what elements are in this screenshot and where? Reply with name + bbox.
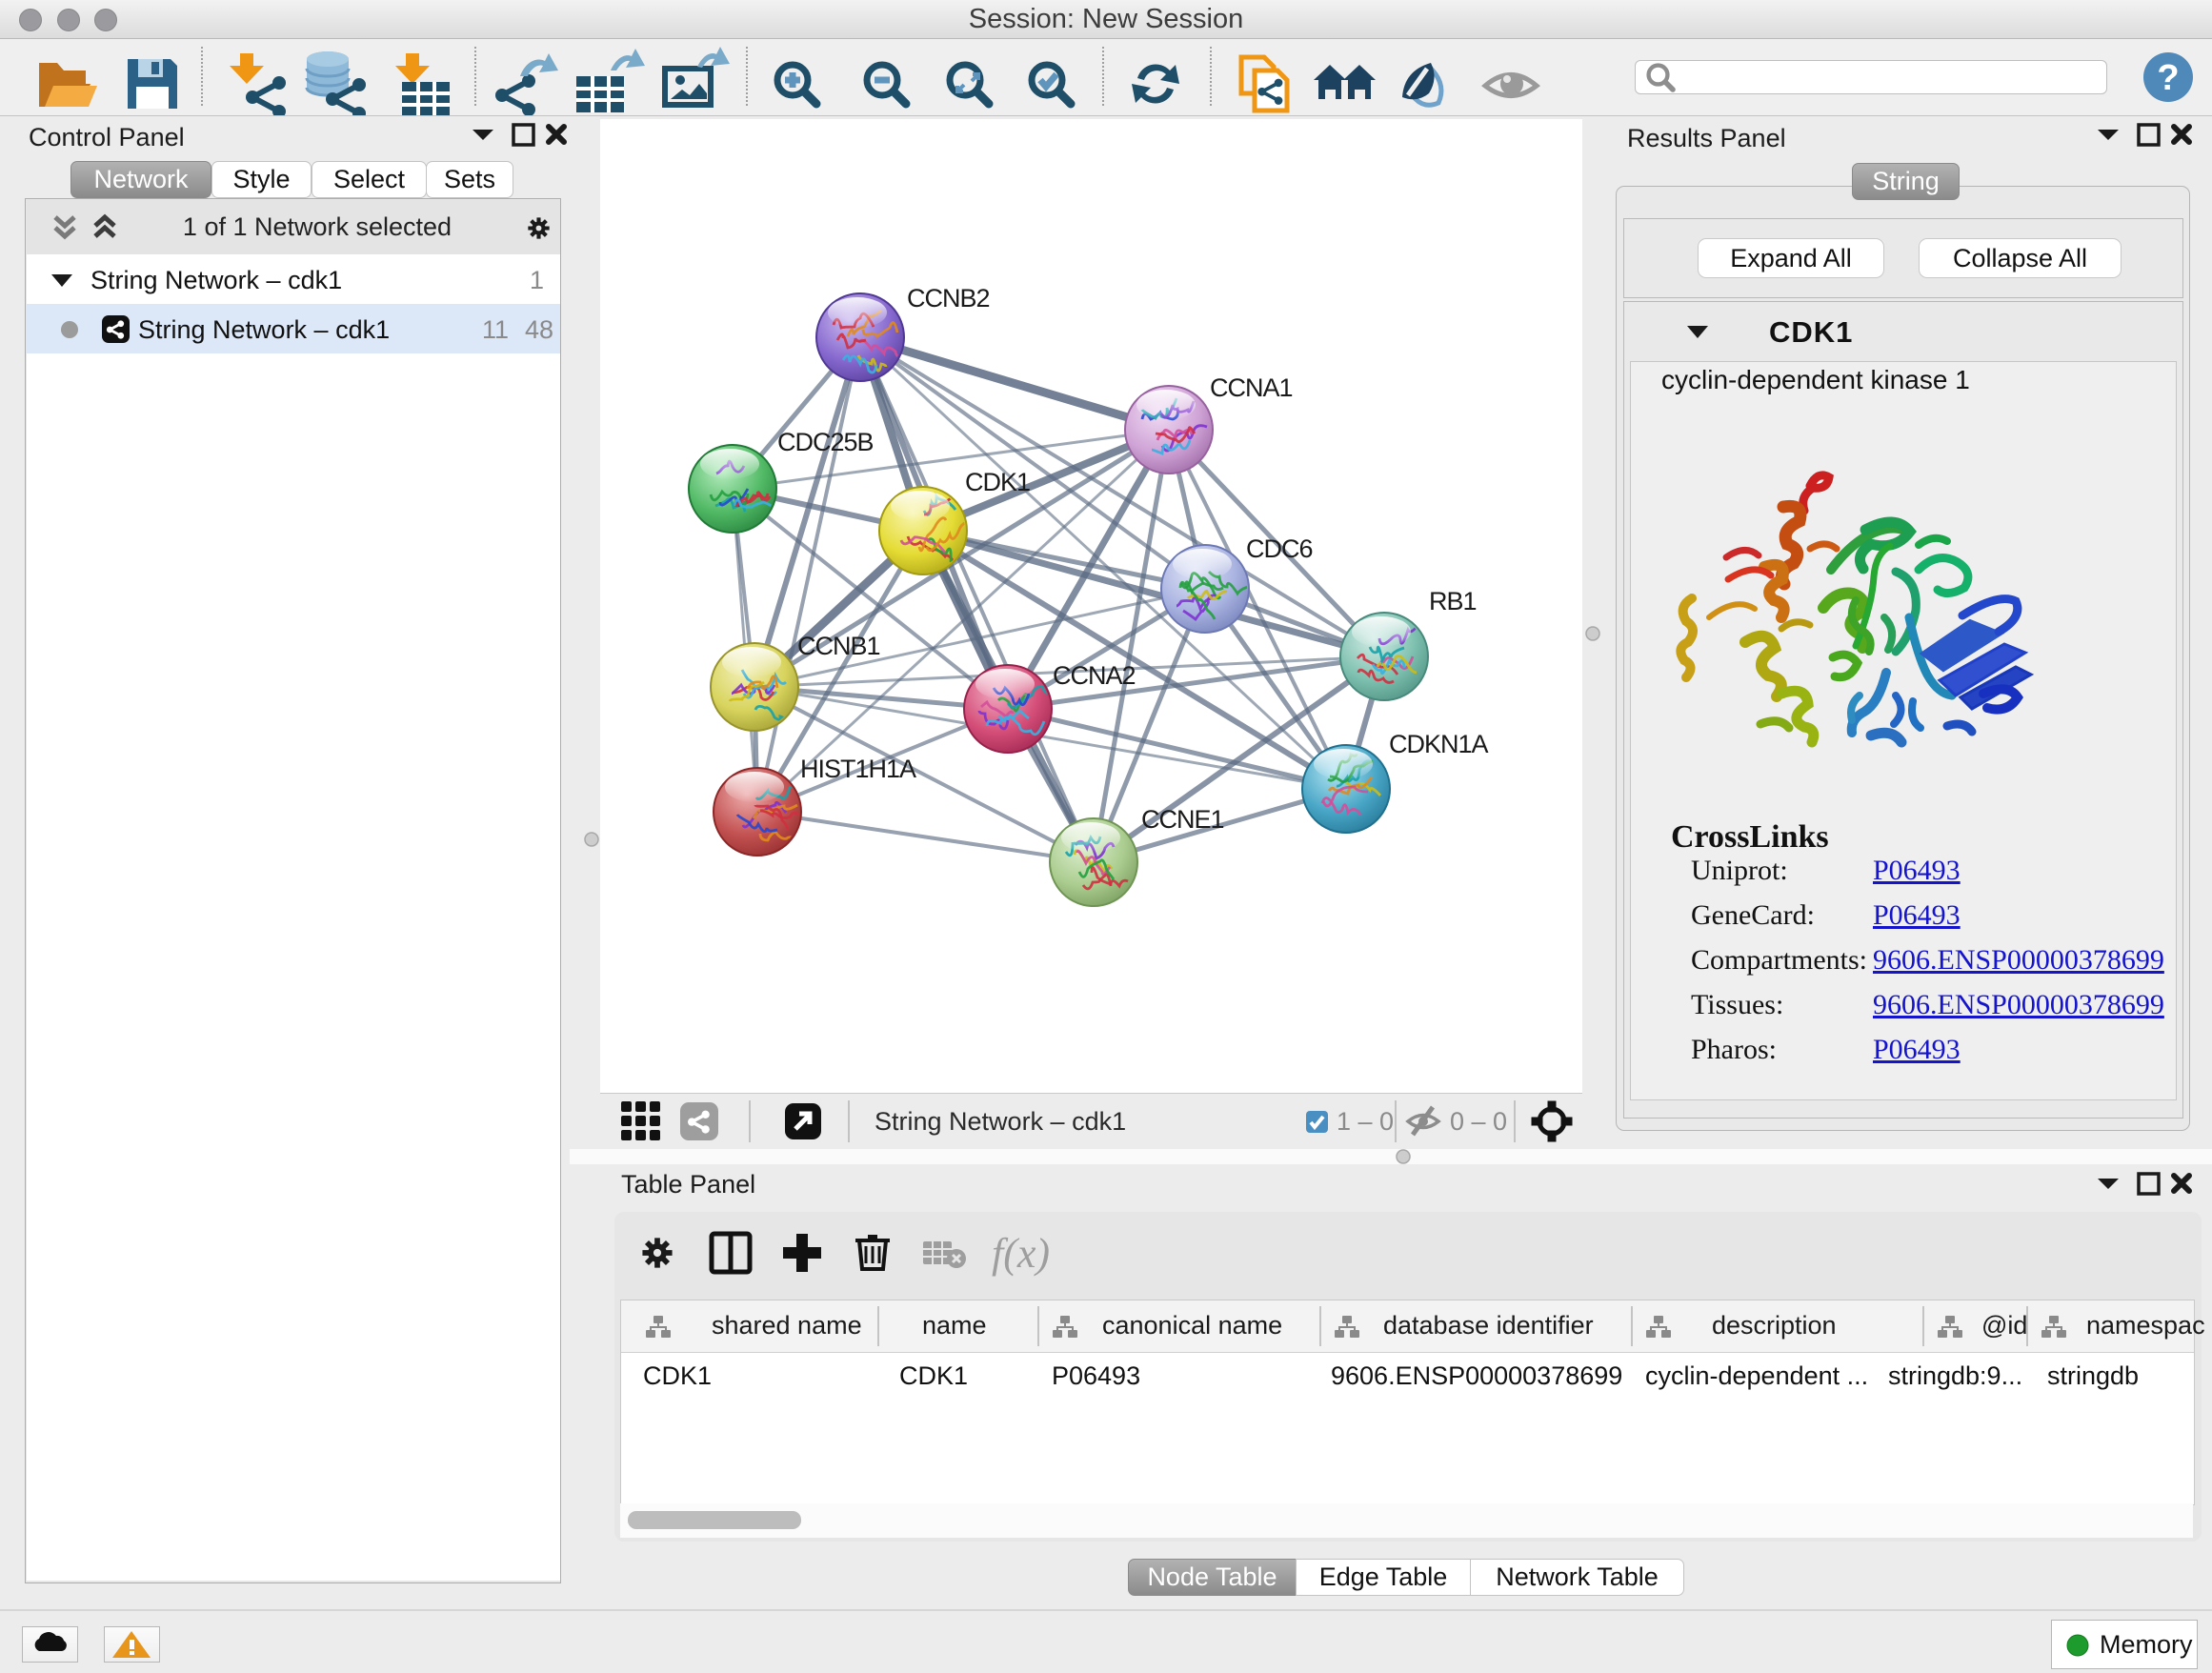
svg-text:RB1: RB1: [1429, 587, 1477, 615]
svg-text:f(x): f(x): [992, 1230, 1050, 1277]
svg-text:CCNB2: CCNB2: [907, 284, 990, 312]
svg-text:CCNB1: CCNB1: [797, 632, 880, 660]
svg-text:CCNA2: CCNA2: [1053, 661, 1136, 690]
svg-text:CDC25B: CDC25B: [777, 428, 874, 456]
svg-text:HIST1H1A: HIST1H1A: [800, 755, 916, 783]
svg-text:CDK1: CDK1: [965, 468, 1030, 496]
svg-text:CCNA1: CCNA1: [1210, 373, 1293, 402]
svg-text:?: ?: [2157, 58, 2179, 98]
svg-text:CDC6: CDC6: [1246, 534, 1313, 563]
svg-text:CCNE1: CCNE1: [1141, 805, 1224, 834]
svg-text:CDKN1A: CDKN1A: [1389, 730, 1489, 758]
